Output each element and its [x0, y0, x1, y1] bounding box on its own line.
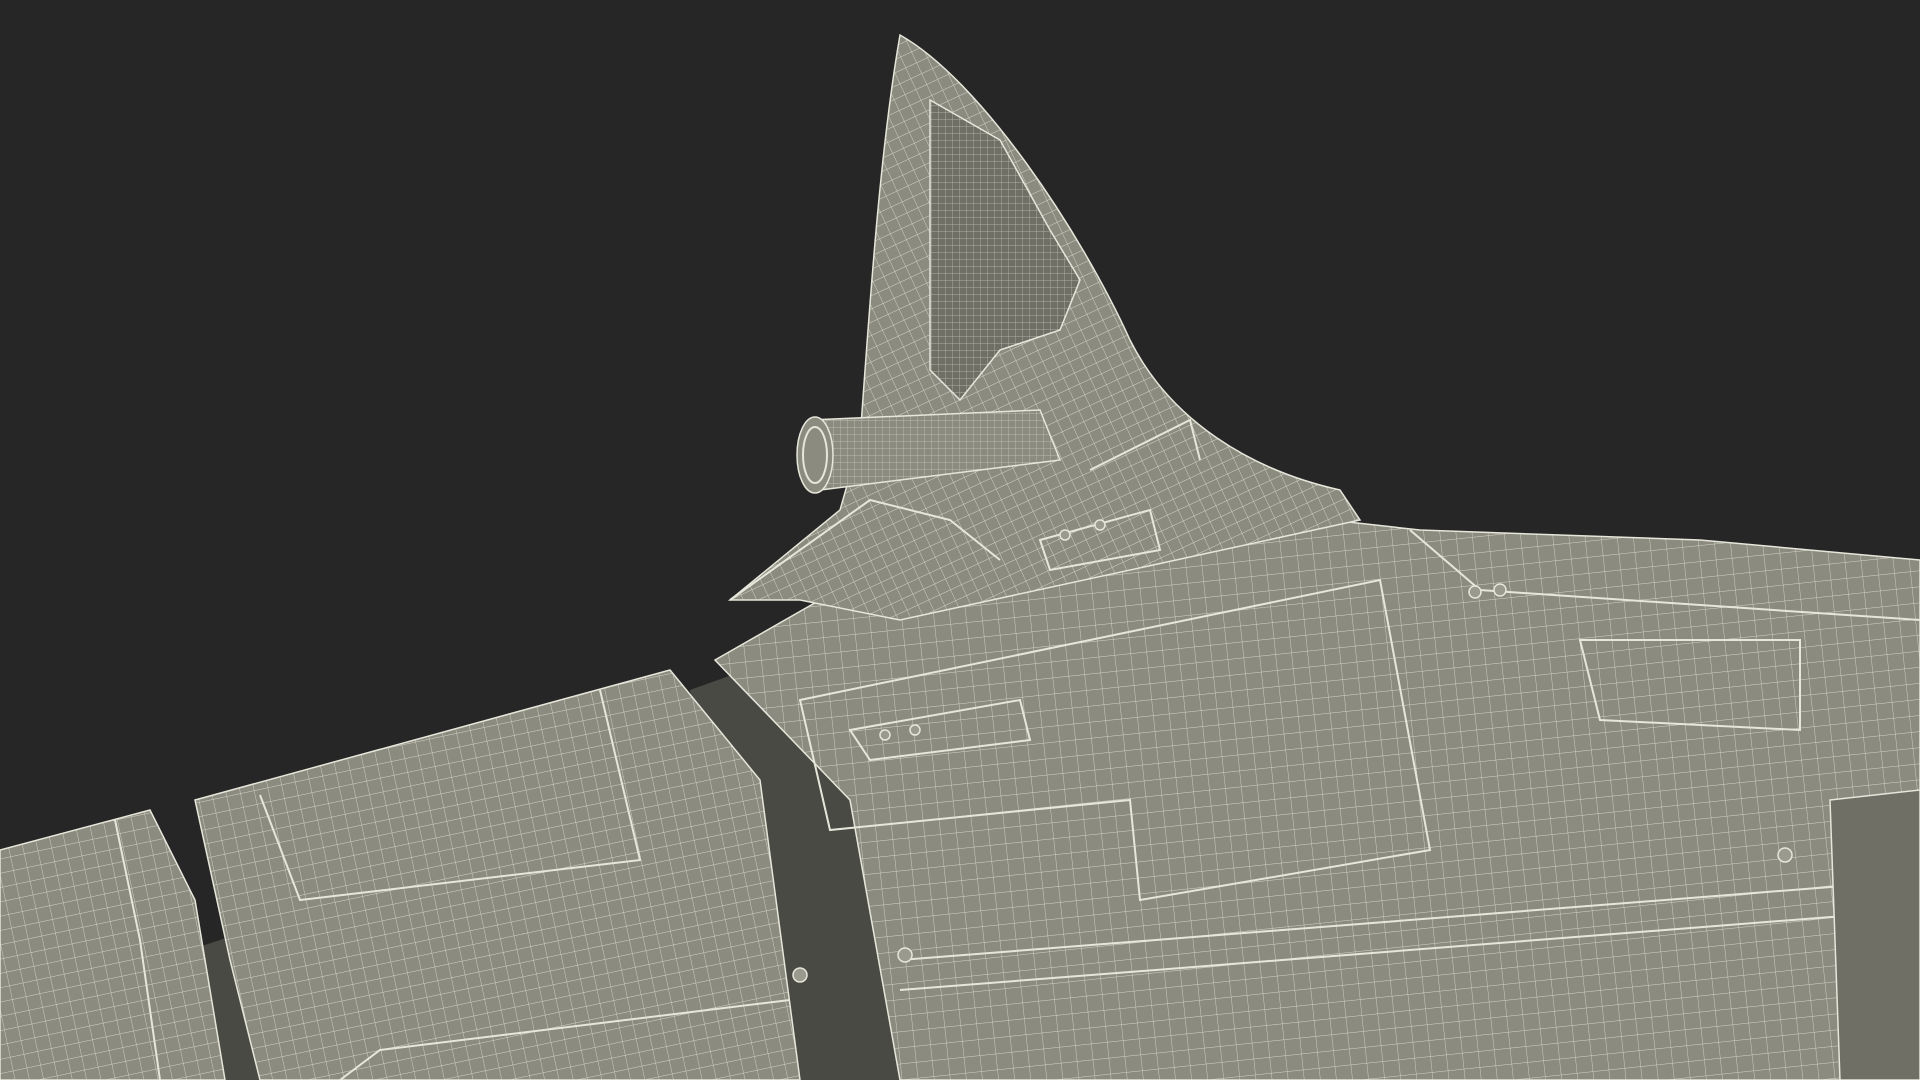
dorsal-fin	[727, 33, 1362, 621]
left-armor-plate	[0, 809, 226, 1080]
middle-armor-plate	[194, 669, 801, 1080]
wireframe-render	[0, 33, 1920, 1080]
viewport	[0, 0, 1920, 1080]
